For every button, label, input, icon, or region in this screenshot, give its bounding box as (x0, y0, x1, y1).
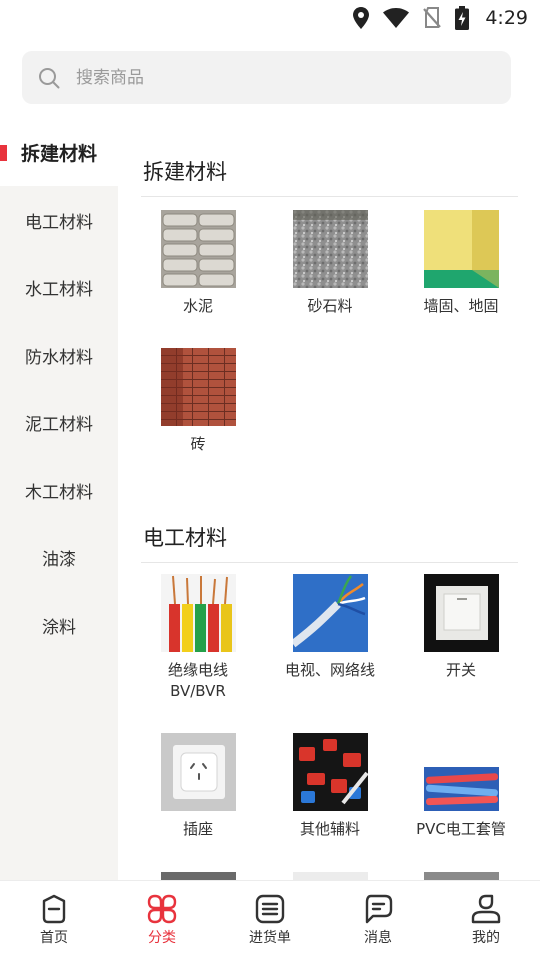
product-tile-partial[interactable] (132, 872, 264, 880)
category-sidebar: 拆建材料 电工材料 水工材料 防水材料 泥工材料 木工材料 油漆 涂料 (0, 118, 118, 880)
category-content: 拆建材料 水泥 砂石料 墙固、地固 砖 电工材料 绝缘电线 BV/BVR 电视、… (119, 118, 540, 880)
product-label: 电视、网络线 (284, 661, 375, 679)
product-label: 绝缘电线 BV/BVR (167, 661, 228, 700)
sidebar-item-label: 水工材料 (25, 279, 93, 300)
category-section: 拆建材料 水泥 砂石料 墙固、地固 砖 (119, 118, 540, 488)
section-title: 拆建材料 (143, 160, 227, 184)
sidebar-item-label: 涂料 (42, 617, 76, 638)
product-tile-wall-floor-primer[interactable]: 墙固、地固 (395, 210, 527, 317)
sidebar-item-electrical-materials[interactable]: 电工材料 (0, 186, 118, 254)
section-divider (141, 196, 518, 197)
cement-bags-photo (160, 210, 236, 288)
product-tile-insulated-wire[interactable]: 绝缘电线 BV/BVR (132, 574, 264, 702)
bottom-navigation: 首页 分类 进货单 消息 我的 (0, 880, 540, 960)
sidebar-item-label: 防水材料 (25, 347, 93, 368)
sidebar-item-label: 泥工材料 (25, 414, 93, 435)
status-time: 4:29 (485, 7, 528, 29)
category-icon (147, 894, 177, 924)
sidebar-item-waterproofing-materials[interactable]: 防水材料 (0, 321, 118, 389)
nav-label: 消息 (364, 930, 392, 946)
nav-profile[interactable]: 我的 (432, 881, 540, 961)
product-tile-gravel[interactable]: 砂石料 (264, 210, 396, 317)
product-label: 其他辅料 (299, 820, 360, 838)
nav-messages[interactable]: 消息 (324, 881, 432, 961)
brick-wall-photo (160, 348, 236, 426)
nav-label: 进货单 (249, 930, 291, 946)
network-cable-photo (292, 574, 368, 652)
product-tile-partial[interactable] (264, 872, 396, 880)
search-icon (39, 67, 60, 88)
battery-charging-icon (455, 6, 470, 30)
product-photo (292, 872, 368, 880)
category-section: 电工材料 绝缘电线 BV/BVR 电视、网络线 开关 插座 其他辅料 PVC电工… (119, 484, 540, 880)
product-label: 墙固、地固 (423, 297, 499, 315)
nav-category[interactable]: 分类 (108, 881, 216, 961)
nav-order-list[interactable]: 进货单 (216, 881, 324, 961)
profile-icon (471, 894, 501, 924)
product-photo (423, 872, 499, 880)
product-tile-partial[interactable] (395, 872, 527, 880)
sidebar-item-label: 木工材料 (25, 482, 93, 503)
sidebar-item-coatings[interactable]: 涂料 (0, 591, 118, 659)
sidebar-item-label: 电工材料 (25, 212, 93, 233)
gravel-photo (292, 210, 368, 288)
primed-room-photo (423, 210, 499, 288)
sidebar-item-demolition-materials[interactable]: 拆建材料 (0, 118, 118, 186)
product-tile-brick[interactable]: 砖 (132, 348, 264, 455)
sidebar-item-plumbing-materials[interactable]: 水工材料 (0, 253, 118, 321)
home-icon (42, 894, 66, 924)
product-tile-other-accessories[interactable]: 其他辅料 (264, 733, 396, 840)
sidebar-item-label: 油漆 (42, 549, 76, 570)
search-bar[interactable] (22, 51, 511, 104)
sidebar-item-masonry-materials[interactable]: 泥工材料 (0, 388, 118, 456)
wall-switch-photo (423, 574, 499, 652)
pvc-conduit-photo (423, 733, 499, 811)
product-photo (160, 872, 236, 880)
product-label: 砂石料 (307, 297, 353, 315)
product-label: PVC电工套管 (416, 820, 506, 838)
nav-label: 分类 (148, 930, 176, 946)
product-tile-switch[interactable]: 开关 (395, 574, 527, 681)
product-tile-pvc-conduit[interactable]: PVC电工套管 (395, 733, 527, 840)
product-tile-socket[interactable]: 插座 (132, 733, 264, 840)
nav-home[interactable]: 首页 (0, 881, 108, 961)
wall-socket-photo (160, 733, 236, 811)
sidebar-item-carpentry-materials[interactable]: 木工材料 (0, 456, 118, 524)
message-icon (365, 894, 393, 924)
search-input[interactable] (74, 66, 458, 89)
status-bar: 4:29 (0, 0, 540, 36)
nav-label: 我的 (472, 930, 500, 946)
product-label: 插座 (182, 820, 213, 838)
product-label: 水泥 (182, 297, 213, 315)
product-tile-tv-network-cable[interactable]: 电视、网络线 (264, 574, 396, 681)
sidebar-item-paint[interactable]: 油漆 (0, 523, 118, 591)
section-title: 电工材料 (143, 526, 227, 550)
nav-label: 首页 (40, 930, 68, 946)
sidebar-item-label: 拆建材料 (20, 142, 97, 165)
electrical-fittings-photo (292, 733, 368, 811)
no-sim-icon (423, 7, 442, 28)
insulated-wires-photo (160, 574, 236, 652)
section-divider (141, 562, 518, 563)
location-icon (353, 7, 370, 29)
product-label: 开关 (445, 661, 476, 679)
wifi-icon (383, 8, 410, 28)
order-list-icon (255, 894, 285, 924)
product-label: 砖 (190, 435, 206, 453)
product-tile-cement[interactable]: 水泥 (132, 210, 264, 317)
